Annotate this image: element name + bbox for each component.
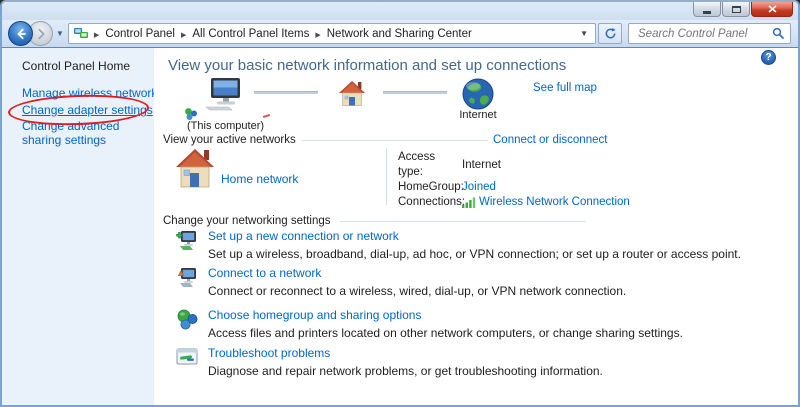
task-pane-sidebar: Control Panel Home Manage wireless netwo… [2, 48, 154, 405]
this-computer-label: (This computer) [187, 120, 264, 132]
homegroup-options-link[interactable]: Choose homegroup and sharing options [208, 308, 683, 322]
sidebar-item-advanced-sharing[interactable]: Change advanced sharing settings [22, 119, 144, 147]
refresh-button[interactable] [598, 23, 622, 44]
homegroup-joined-link[interactable]: Joined [462, 180, 496, 195]
close-button[interactable] [751, 2, 793, 17]
breadcrumb-separator-icon [88, 28, 105, 40]
back-button[interactable] [8, 21, 33, 46]
new-connection-icon[interactable] [176, 230, 198, 251]
wireless-signal-icon [462, 197, 476, 208]
search-icon[interactable] [772, 27, 785, 40]
task-troubleshoot: Troubleshoot problems Diagnose and repai… [176, 346, 603, 378]
homegroup-icon[interactable] [176, 309, 198, 330]
close-icon [768, 5, 777, 13]
task-connect-network: Connect to a network Connect or reconnec… [176, 266, 626, 298]
breadcrumb-separator-icon [309, 28, 326, 40]
main-pane: View your basic network information and … [154, 48, 798, 405]
homegroup-mini-icon [184, 107, 198, 121]
detail-value: Internet [462, 150, 501, 180]
section-rule [302, 140, 488, 141]
sidebar-item-change-adapter-settings[interactable]: Change adapter settings [22, 103, 153, 117]
home-network-map-icon[interactable] [338, 80, 366, 107]
sidebar-item-control-panel-home[interactable]: Control Panel Home [22, 59, 130, 73]
titlebar[interactable] [2, 2, 798, 20]
task-setup-connection: Set up a new connection or network Set u… [176, 229, 741, 261]
task-homegroup-options: Choose homegroup and sharing options Acc… [176, 308, 683, 340]
breadcrumb-separator-icon [175, 28, 192, 40]
internet-label: Internet [448, 109, 508, 121]
active-networks-header: View your active networks [163, 134, 296, 146]
breadcrumb-all-items[interactable]: All Control Panel Items [192, 28, 309, 40]
forward-arrow-icon [34, 27, 48, 41]
section-rule [340, 221, 586, 222]
breadcrumb-control-panel[interactable]: Control Panel [105, 28, 175, 40]
troubleshoot-link[interactable]: Troubleshoot problems [208, 346, 603, 360]
address-bar[interactable]: Control Panel All Control Panel Items Ne… [68, 23, 596, 44]
detail-row-homegroup: HomeGroup: Joined [398, 180, 630, 195]
detail-label: Access type: [398, 150, 462, 180]
minimize-icon [703, 11, 711, 14]
setup-connection-link[interactable]: Set up a new connection or network [208, 229, 741, 243]
active-network-house-icon[interactable] [175, 147, 216, 189]
annotation-red-mark [263, 114, 270, 118]
navigation-bar: ▼ Control Panel All Control Panel Items … [2, 20, 798, 48]
search-input[interactable] [636, 27, 772, 41]
home-network-link[interactable]: Home network [221, 172, 298, 186]
minimize-button[interactable] [693, 2, 721, 17]
window-controls [693, 2, 793, 17]
detail-label: HomeGroup: [398, 180, 462, 195]
connect-network-desc: Connect or reconnect to a wireless, wire… [208, 284, 626, 298]
wireless-connection-link[interactable]: Wireless Network Connection [479, 195, 630, 210]
refresh-icon [604, 27, 617, 40]
setup-connection-desc: Set up a wireless, broadband, dial-up, a… [208, 247, 741, 261]
map-link-line [254, 91, 318, 94]
see-full-map-link[interactable]: See full map [533, 82, 597, 94]
detail-label: Connections: [398, 195, 462, 210]
sidebar-item-manage-wireless[interactable]: Manage wireless networks [22, 86, 163, 100]
troubleshoot-desc: Diagnose and repair network problems, or… [208, 364, 603, 378]
back-arrow-icon [14, 27, 28, 41]
recent-pages-dropdown[interactable]: ▼ [56, 29, 64, 38]
connect-disconnect-link[interactable]: Connect or disconnect [493, 134, 607, 146]
page-title: View your basic network information and … [168, 57, 566, 74]
maximize-icon [732, 6, 741, 13]
help-icon[interactable]: ? [761, 50, 776, 65]
explorer-window: ▼ Control Panel All Control Panel Items … [0, 0, 800, 407]
this-computer-icon[interactable] [206, 78, 244, 111]
networking-settings-header: Change your networking settings [163, 215, 331, 227]
internet-globe-icon[interactable] [462, 78, 494, 110]
address-dropdown-icon[interactable]: ▼ [578, 29, 590, 38]
map-link-line [383, 91, 447, 94]
connect-network-link[interactable]: Connect to a network [208, 266, 626, 280]
homegroup-options-desc: Access files and printers located on oth… [208, 326, 683, 340]
detail-row-access-type: Access type: Internet [398, 150, 630, 180]
panel-divider [386, 148, 387, 205]
connect-network-icon[interactable] [176, 267, 198, 288]
search-box[interactable] [628, 23, 791, 44]
active-network-details: Access type: Internet HomeGroup: Joined … [398, 150, 630, 210]
maximize-button[interactable] [722, 2, 750, 17]
breadcrumb-network-sharing[interactable]: Network and Sharing Center [327, 28, 472, 40]
detail-row-connections: Connections: Wireless Network Connection [398, 195, 630, 210]
network-center-icon [74, 27, 88, 40]
troubleshoot-icon[interactable] [176, 347, 198, 367]
